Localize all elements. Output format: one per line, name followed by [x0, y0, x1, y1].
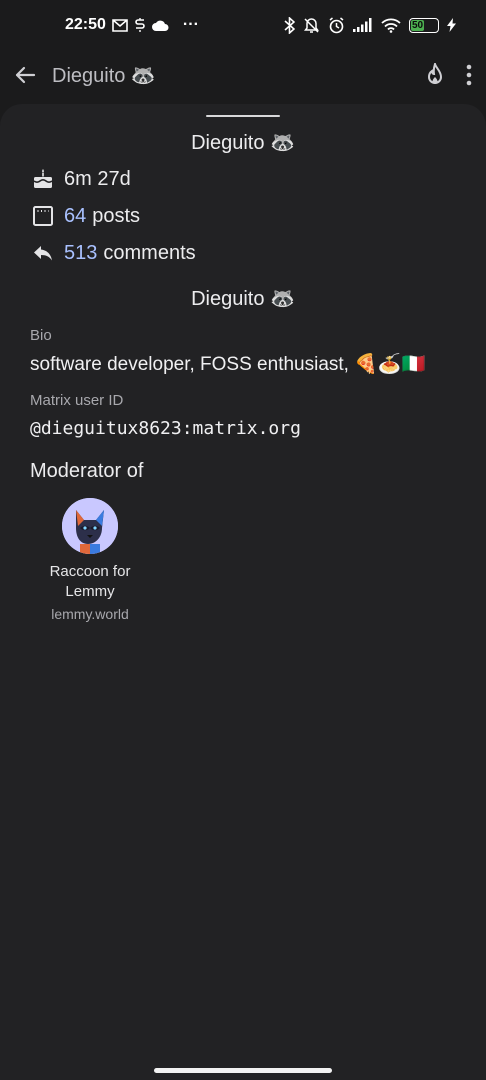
- status-more: ···: [182, 16, 199, 33]
- moderator-heading: Moderator of: [30, 460, 144, 482]
- posts-row[interactable]: 64 posts: [30, 203, 140, 229]
- status-bar: 22:50 ··· 50: [0, 0, 486, 50]
- comments-count: 513: [64, 241, 98, 264]
- comments-row[interactable]: 513 comments: [30, 240, 196, 266]
- more-vert-icon[interactable]: [466, 64, 472, 86]
- silent-icon: [303, 17, 320, 34]
- bio-text: software developer, FOSS enthusiast, 🍕🍝🇮…: [30, 354, 426, 375]
- arrow-left-icon[interactable]: [14, 64, 36, 86]
- account-age-row: 6m 27d: [30, 166, 131, 192]
- profile-title: Dieguito 🦝: [191, 132, 295, 154]
- cloud-icon: [151, 20, 169, 31]
- status-time: 22:50: [65, 16, 106, 33]
- flame-icon[interactable]: [424, 63, 446, 87]
- community-avatar: [62, 498, 118, 554]
- matrix-label: Matrix user ID: [30, 392, 124, 409]
- bluetooth-icon: [284, 16, 295, 34]
- post-icon: [30, 203, 56, 229]
- community-name: Raccoon for Lemmy: [49, 563, 131, 600]
- community-item[interactable]: Raccoon for Lemmy lemmy.world: [30, 498, 150, 622]
- display-name: Dieguito 🦝: [191, 288, 295, 310]
- bio-label: Bio: [30, 327, 52, 344]
- matrix-user-id[interactable]: @dieguitux8623:matrix.org: [30, 418, 301, 439]
- comments-label: comments: [103, 241, 196, 264]
- app-bar: Dieguito 🦝: [0, 50, 486, 100]
- drag-handle[interactable]: [206, 115, 280, 117]
- battery-icon: 50: [409, 17, 439, 33]
- alarm-icon: [328, 16, 345, 34]
- cake-icon: [30, 166, 56, 192]
- signal-icon: [353, 18, 373, 32]
- posts-count: 64: [64, 204, 87, 227]
- charging-icon: [447, 18, 456, 32]
- community-instance: lemmy.world: [51, 606, 129, 622]
- battery-level: 50: [411, 19, 424, 31]
- wifi-icon: [381, 18, 401, 33]
- reply-icon: [30, 240, 56, 266]
- home-indicator[interactable]: [154, 1068, 332, 1073]
- s-icon: [134, 18, 146, 32]
- app-bar-title: Dieguito 🦝: [52, 64, 156, 87]
- gmail-icon: [112, 18, 128, 32]
- posts-label: posts: [92, 204, 141, 227]
- profile-sheet: Dieguito 🦝 6m 27d 64 posts 513 comments …: [0, 104, 486, 1080]
- account-age: 6m 27d: [64, 167, 131, 190]
